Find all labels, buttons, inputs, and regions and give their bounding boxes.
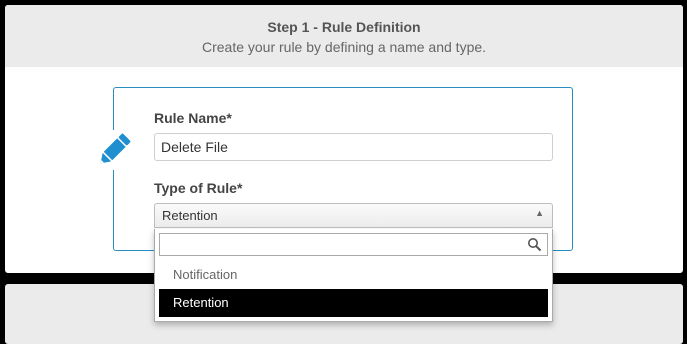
step-header: Step 1 - Rule Definition Create your rul… xyxy=(5,5,683,67)
pencil-icon xyxy=(94,130,134,170)
search-icon xyxy=(528,238,542,252)
step-title: Step 1 - Rule Definition xyxy=(267,19,421,35)
rule-name-input[interactable] xyxy=(154,133,553,161)
dropdown-search-wrapper xyxy=(159,233,548,256)
rule-definition-form: Rule Name* Type of Rule* Retention ▲ xyxy=(94,87,573,251)
step-subtitle: Create your rule by defining a name and … xyxy=(201,39,487,55)
rule-type-dropdown: Notification Retention xyxy=(154,229,553,322)
option-retention[interactable]: Retention xyxy=(159,289,548,317)
rule-type-label: Type of Rule* xyxy=(154,180,243,196)
rule-name-label: Rule Name* xyxy=(154,110,232,126)
dropdown-options: Notification Retention xyxy=(155,261,552,317)
rule-type-selected-value: Retention xyxy=(162,208,218,223)
caret-up-icon: ▲ xyxy=(535,208,544,218)
rule-type-select[interactable]: Retention ▲ xyxy=(154,203,553,228)
option-notification[interactable]: Notification xyxy=(155,261,552,289)
dropdown-search-input[interactable] xyxy=(159,233,548,256)
